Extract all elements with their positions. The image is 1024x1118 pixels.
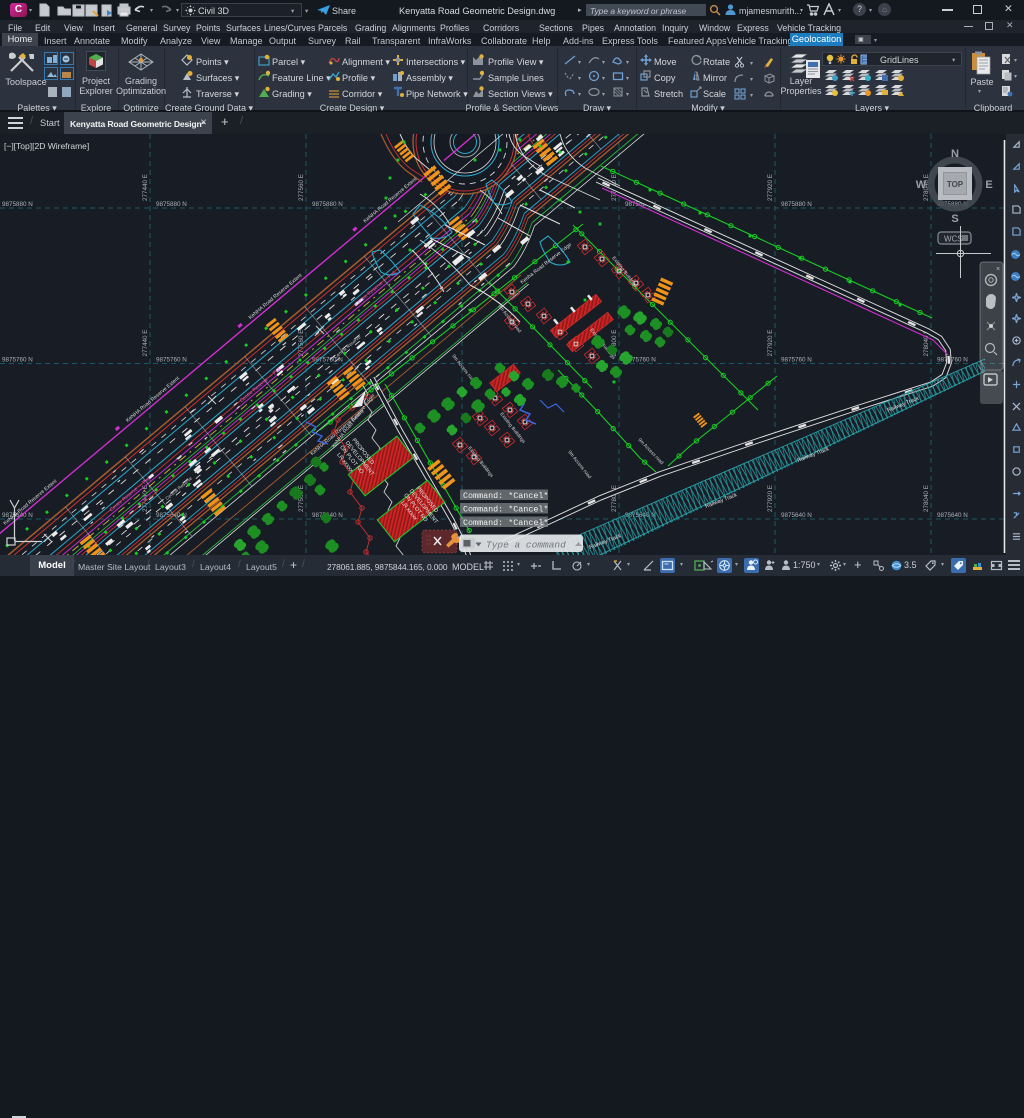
svg-text:278040 E: 278040 E bbox=[923, 485, 930, 512]
svg-text:9875880 N: 9875880 N bbox=[781, 201, 812, 208]
svg-text:9875880 N: 9875880 N bbox=[156, 201, 187, 208]
svg-text:×: × bbox=[996, 266, 1000, 273]
svg-text:9m Access road: 9m Access road bbox=[496, 304, 522, 335]
svg-text:9875760 N: 9875760 N bbox=[2, 357, 33, 364]
svg-text:9m Access road: 9m Access road bbox=[637, 437, 665, 466]
svg-text:Type a command: Type a command bbox=[486, 540, 566, 551]
svg-text:E: E bbox=[985, 179, 992, 191]
svg-text:S: S bbox=[951, 213, 958, 225]
svg-text:277920 E: 277920 E bbox=[767, 174, 774, 201]
svg-text:Command: *Cancel*: Command: *Cancel* bbox=[463, 505, 548, 515]
svg-text:9875880 N: 9875880 N bbox=[312, 201, 343, 208]
svg-text:9875640 N: 9875640 N bbox=[937, 512, 968, 519]
svg-text:277920 E: 277920 E bbox=[767, 330, 774, 357]
svg-text:Command: *Cancel*: Command: *Cancel* bbox=[463, 491, 548, 501]
svg-text:Central Reserve: Central Reserve bbox=[164, 476, 193, 501]
svg-text:277920 E: 277920 E bbox=[767, 485, 774, 512]
svg-text:N: N bbox=[951, 148, 959, 160]
svg-text:Existing Buildings: Existing Buildings bbox=[466, 446, 494, 480]
svg-text:9875640 N: 9875640 N bbox=[781, 512, 812, 519]
svg-text:Command: *Cancel*: Command: *Cancel* bbox=[463, 518, 548, 528]
svg-text:9875880 N: 9875880 N bbox=[2, 201, 33, 208]
svg-text:277440 E: 277440 E bbox=[142, 174, 149, 201]
svg-text:9875760 N: 9875760 N bbox=[781, 357, 812, 364]
svg-text:277560 E: 277560 E bbox=[298, 174, 305, 201]
svg-text:[−][Top][2D Wireframe]: [−][Top][2D Wireframe] bbox=[4, 141, 89, 151]
svg-text:WCS: WCS bbox=[944, 235, 963, 244]
svg-text:TOP: TOP bbox=[947, 180, 964, 189]
svg-text:9875760 N: 9875760 N bbox=[156, 357, 187, 364]
svg-text:9875760 N: 9875760 N bbox=[937, 357, 968, 364]
svg-text:9m Access road: 9m Access road bbox=[566, 450, 592, 481]
svg-text:W: W bbox=[916, 179, 927, 191]
svg-text:277440 E: 277440 E bbox=[142, 330, 149, 357]
svg-text:277440 E: 277440 E bbox=[142, 485, 149, 512]
